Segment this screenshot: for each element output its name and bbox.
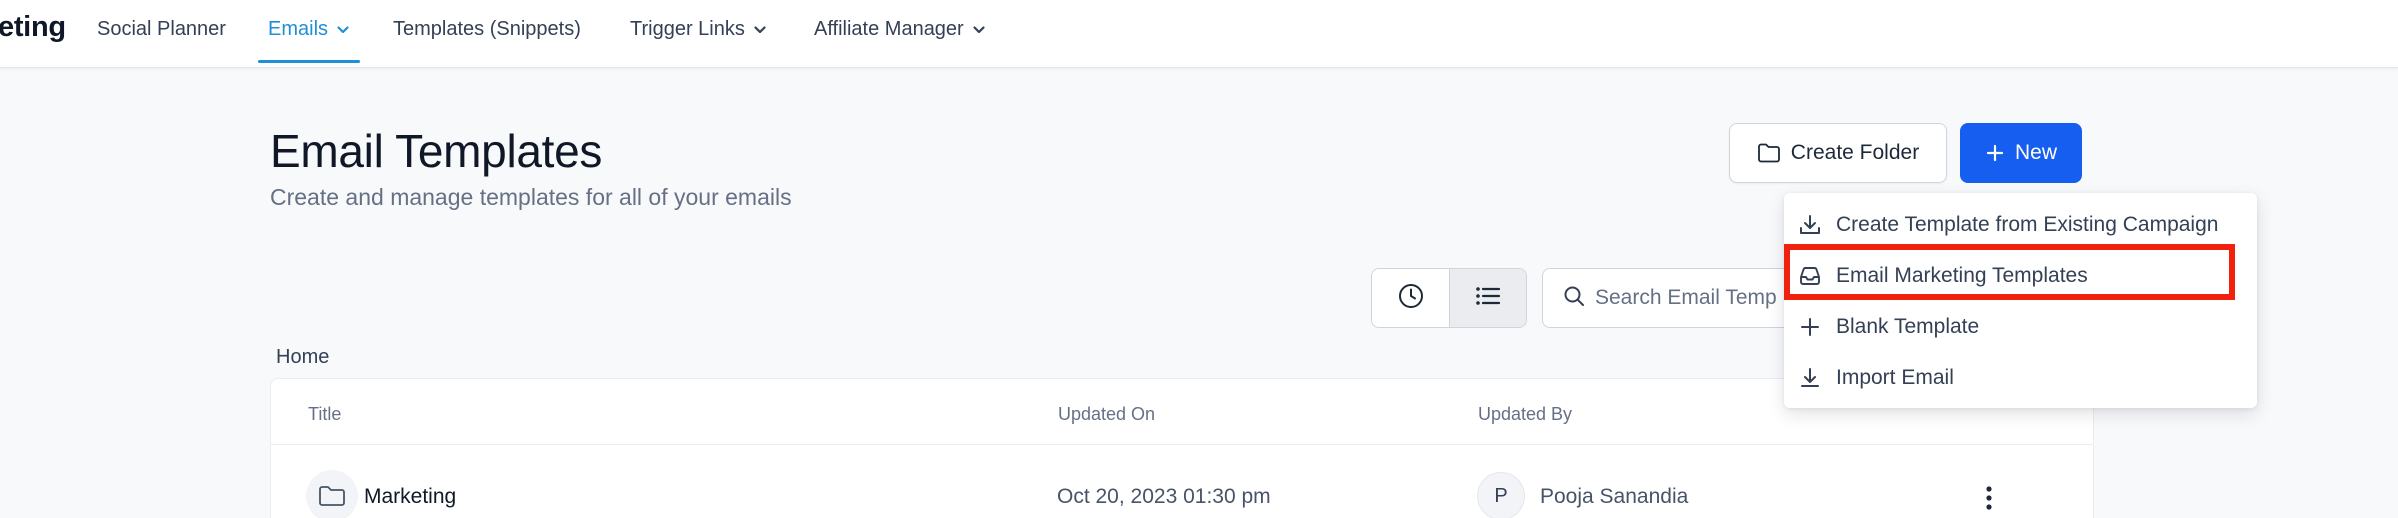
nav-templates-snippets[interactable]: Templates (Snippets) (393, 18, 581, 68)
download-icon (1798, 213, 1822, 237)
plus-icon (1985, 143, 2005, 163)
folder-icon (1757, 142, 1781, 164)
nav-trigger-links[interactable]: Trigger Links (630, 18, 767, 68)
inbox-icon (1798, 264, 1822, 288)
chevron-down-icon (753, 23, 767, 37)
more-options-icon[interactable] (1977, 484, 2001, 512)
new-button-label: New (2014, 141, 2057, 164)
menu-item-create-from-campaign[interactable]: Create Template from Existing Campaign (1784, 200, 2257, 250)
menu-item-import-email[interactable]: Import Email (1784, 353, 2257, 403)
nav-affiliate-manager-label: Affiliate Manager (814, 18, 964, 40)
nav-emails[interactable]: Emails (257, 18, 361, 68)
column-header-title[interactable]: Title (308, 404, 341, 425)
breadcrumb-home[interactable]: Home (276, 346, 329, 369)
chevron-down-icon (336, 23, 350, 37)
create-folder-label: Create Folder (1790, 141, 1920, 164)
nav-trigger-links-label: Trigger Links (630, 18, 745, 40)
nav-social-planner-label: Social Planner (97, 18, 226, 40)
menu-item-email-marketing-templates[interactable]: Email Marketing Templates (1784, 251, 2257, 301)
row-updated-by: Pooja Sanandia (1540, 485, 1689, 508)
menu-item-label: Blank Template (1836, 315, 1980, 338)
column-header-updated-on[interactable]: Updated On (1058, 404, 1155, 425)
nav-social-planner[interactable]: Social Planner (97, 18, 226, 68)
plus-icon (1798, 315, 1822, 339)
clock-icon (1397, 282, 1425, 315)
nav-templates-snippets-label: Templates (Snippets) (393, 18, 581, 40)
app-brand: eting (0, 11, 66, 43)
import-icon (1798, 366, 1822, 390)
nav-emails-label: Emails (268, 18, 329, 40)
recent-view-toggle[interactable] (1372, 269, 1449, 327)
page-title: Email Templates (270, 125, 603, 177)
avatar: P (1477, 472, 1525, 518)
new-dropdown-menu: Create Template from Existing Campaign E… (1784, 193, 2257, 408)
row-updated-on: Oct 20, 2023 01:30 pm (1057, 485, 1271, 508)
chevron-down-icon (972, 23, 986, 37)
menu-item-blank-template[interactable]: Blank Template (1784, 302, 2257, 352)
column-header-updated-by[interactable]: Updated By (1478, 404, 1572, 425)
top-navigation: eting Social Planner Emails Templates (S… (0, 0, 2398, 68)
view-toggle (1371, 268, 1527, 328)
search-input[interactable] (1595, 286, 1801, 310)
folder-icon (306, 470, 358, 518)
list-view-toggle[interactable] (1449, 269, 1526, 327)
search-icon (1563, 285, 1585, 312)
menu-item-label: Import Email (1836, 366, 1954, 389)
list-icon (1474, 284, 1502, 313)
menu-item-label: Create Template from Existing Campaign (1836, 213, 2219, 236)
new-button[interactable]: New (1960, 123, 2082, 183)
row-title[interactable]: Marketing (364, 485, 456, 509)
menu-item-label: Email Marketing Templates (1836, 264, 2088, 287)
nav-affiliate-manager[interactable]: Affiliate Manager (814, 18, 986, 68)
create-folder-button[interactable]: Create Folder (1729, 123, 1947, 183)
page-subtitle: Create and manage templates for all of y… (270, 184, 792, 210)
search-box (1542, 268, 1802, 328)
